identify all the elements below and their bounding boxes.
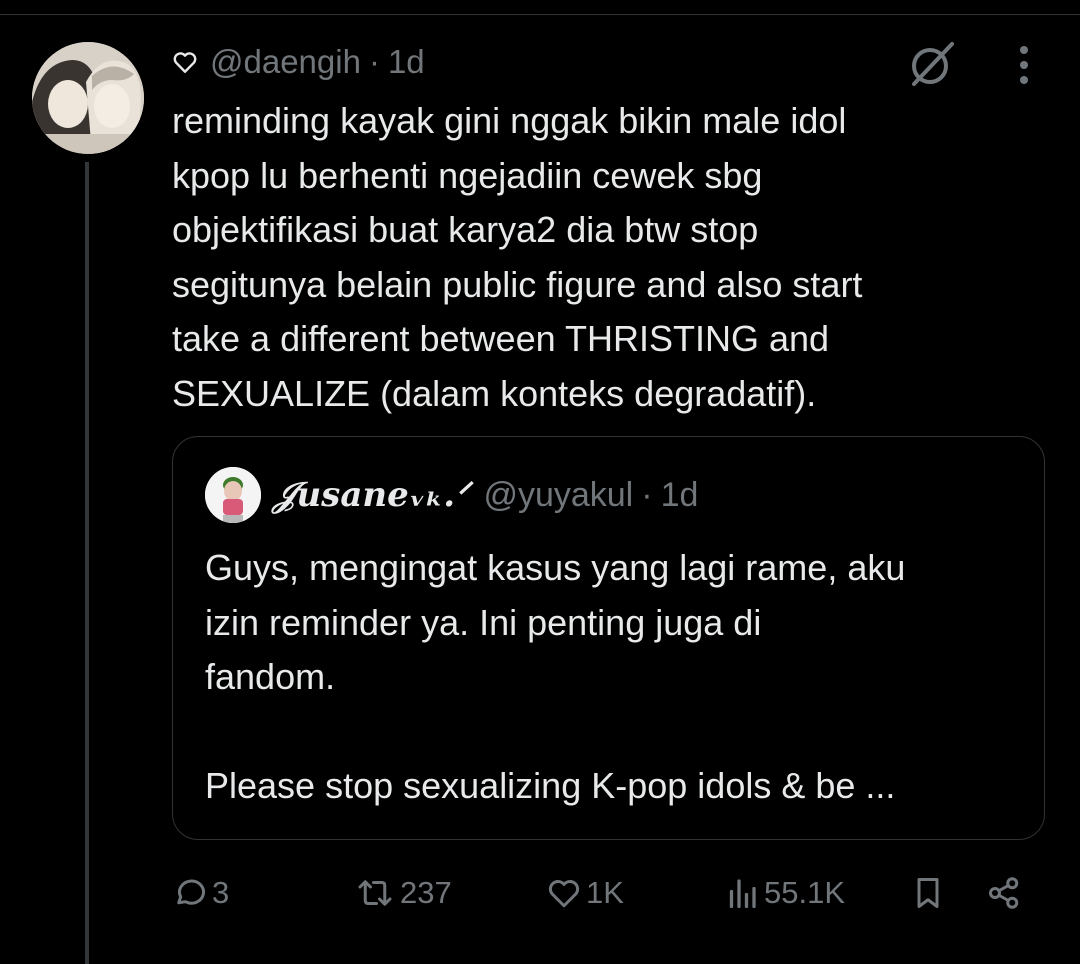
- quoted-separator: ·: [641, 475, 653, 514]
- avatar-image: [32, 42, 144, 154]
- grok-icon[interactable]: [906, 38, 958, 90]
- repost-icon: [358, 880, 392, 906]
- like-icon: [548, 880, 580, 908]
- avatar[interactable]: [32, 42, 144, 154]
- tweet-timestamp[interactable]: 1d: [388, 43, 425, 81]
- reply-icon: [177, 879, 206, 905]
- heart-outline-icon: [173, 52, 197, 73]
- views-icon: [729, 879, 756, 909]
- bookmark-button[interactable]: [910, 866, 946, 920]
- tweet-view: @daengih · 1d reminding kayak gini nggak…: [0, 0, 1080, 964]
- quoted-handle[interactable]: @yuyakul: [483, 476, 633, 515]
- quoted-timestamp[interactable]: 1d: [661, 476, 699, 515]
- quoted-header: 𝒥usaneᵥₖ.ᐟ @yuyakul · 1d: [273, 473, 698, 517]
- share-button[interactable]: [986, 866, 1022, 920]
- tweet-header: @daengih · 1d: [172, 42, 425, 82]
- views-count: 55.1K: [764, 875, 846, 910]
- tweet-text: reminding kayak gini nggak bikin male id…: [172, 100, 863, 414]
- like-button[interactable]: 1K: [546, 866, 624, 920]
- quoted-display-name[interactable]: 𝒥usaneᵥₖ.ᐟ: [273, 475, 469, 515]
- quoted-text: Guys, mengingat kasus yang lagi rame, ak…: [205, 547, 906, 806]
- thread-line: [85, 162, 89, 964]
- share-icon: [989, 877, 1019, 909]
- top-divider: [0, 14, 1080, 15]
- author-handle[interactable]: @daengih: [210, 43, 361, 81]
- header-separator: ·: [368, 43, 380, 80]
- repost-button[interactable]: 237: [354, 866, 452, 920]
- repost-count: 237: [400, 875, 452, 910]
- views-button[interactable]: 55.1K: [724, 866, 845, 920]
- quoted-tweet[interactable]: 𝒥usaneᵥₖ.ᐟ @yuyakul · 1d Guys, mengingat…: [172, 436, 1045, 840]
- reply-button[interactable]: 3: [172, 866, 229, 920]
- more-options-icon[interactable]: [1009, 44, 1039, 86]
- quoted-avatar[interactable]: [205, 467, 261, 523]
- reply-count: 3: [212, 875, 230, 910]
- bookmark-icon: [917, 878, 939, 908]
- like-count: 1K: [586, 875, 624, 910]
- quoted-avatar-image: [205, 467, 261, 523]
- action-bar: 3 237 1K 55.1K: [172, 866, 1052, 920]
